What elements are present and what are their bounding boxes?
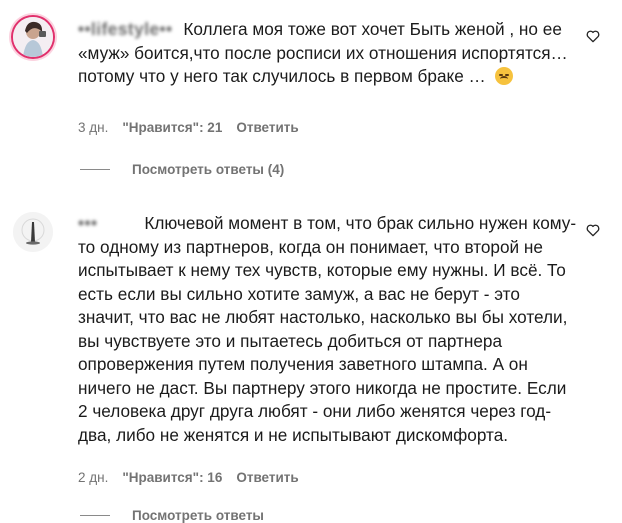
- avatar[interactable]: [13, 17, 53, 57]
- comment-body: ••• Ключевой момент в том, что брак силь…: [78, 212, 578, 447]
- view-replies-button[interactable]: Посмотреть ответы (4): [80, 162, 284, 177]
- comment-time: 3 дн.: [78, 120, 109, 135]
- likes-count[interactable]: "Нравится": 21: [122, 120, 222, 135]
- avatar-photo: [13, 17, 53, 57]
- comment-meta: 3 дн. "Нравится": 21 Ответить: [78, 120, 299, 135]
- view-replies-label: Посмотреть ответы (4): [132, 162, 285, 177]
- comment-meta: 2 дн. "Нравится": 16 Ответить: [78, 470, 299, 485]
- comment-time: 2 дн.: [78, 470, 109, 485]
- like-heart-icon[interactable]: [585, 28, 601, 44]
- comment-body: ••lifestyle•• Коллега моя тоже вот хочет…: [78, 18, 578, 89]
- comment-text: Ключевой момент в том, что брак сильно н…: [78, 213, 577, 445]
- comment-author[interactable]: ••lifestyle••: [78, 19, 173, 39]
- comment-1: ••lifestyle•• Коллега моя тоже вот хочет…: [0, 0, 622, 190]
- like-heart-icon[interactable]: [585, 222, 601, 238]
- avatar[interactable]: [13, 212, 53, 252]
- likes-count[interactable]: "Нравится": 16: [122, 470, 222, 485]
- reply-button[interactable]: Ответить: [236, 470, 298, 485]
- comment-2: ••• Ключевой момент в том, что брак силь…: [0, 200, 622, 516]
- avatar-photo: [13, 212, 53, 252]
- divider-line: [80, 169, 110, 170]
- comment-author[interactable]: •••: [78, 213, 98, 233]
- reply-button[interactable]: Ответить: [236, 120, 298, 135]
- sad-face-icon: [494, 67, 513, 85]
